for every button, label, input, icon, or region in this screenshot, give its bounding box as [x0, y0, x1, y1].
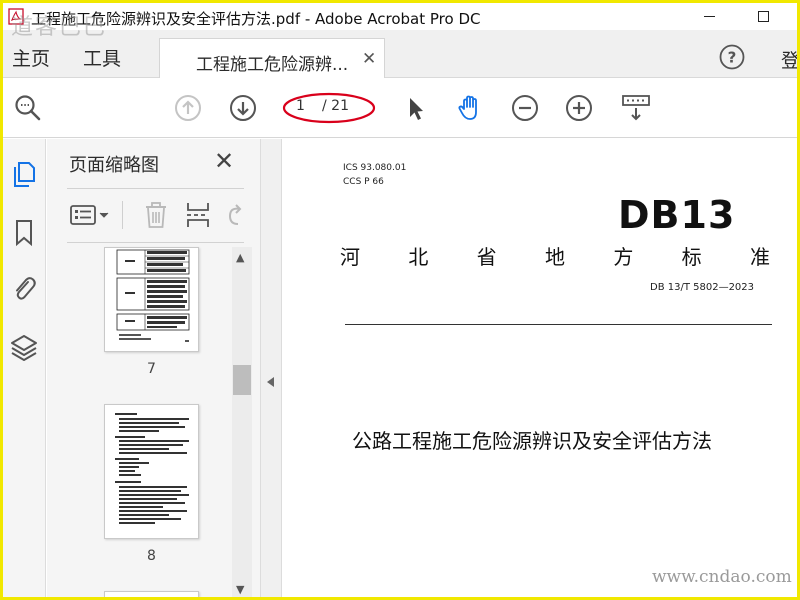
doc-standard-type: 河 北 省 地 方 标 准 [340, 241, 770, 270]
panel-title: 页面缩略图 [69, 155, 159, 176]
thumbnail-content [116, 249, 190, 342]
page-thumbnail-8[interactable] [104, 404, 199, 539]
tab-tools[interactable]: 工具 [83, 44, 121, 71]
close-panel-icon[interactable]: ✕ [214, 147, 234, 175]
panel-splitter[interactable] [260, 139, 282, 597]
tab-home[interactable]: 主页 [12, 44, 50, 71]
thumbnail-content [115, 413, 189, 524]
doc-ccs-code: CCS P 66 [343, 177, 384, 187]
main-toolbar: 1 / 21 [3, 79, 797, 138]
close-tab-icon[interactable]: ✕ [362, 49, 376, 69]
hand-tool-icon[interactable] [455, 93, 485, 123]
rotate-page-icon[interactable] [222, 199, 246, 231]
toolbar-separator [122, 201, 123, 229]
thumbnail-label-8: 8 [147, 548, 156, 564]
maximize-icon [757, 11, 769, 22]
document-tab-label: 工程施工危险源辨... [196, 55, 349, 75]
bookmark-icon[interactable] [9, 217, 39, 247]
minimize-button[interactable] [687, 3, 731, 30]
thumbnail-label-7: 7 [147, 361, 156, 377]
std-char: 标 [681, 245, 702, 269]
corner-watermark: 道客巴巴 [11, 15, 108, 40]
doc-divider-line [345, 324, 772, 325]
insert-page-icon[interactable] [184, 199, 212, 231]
page-thumbnails-icon[interactable] [9, 159, 39, 189]
std-char: 省 [476, 245, 497, 269]
zoom-out-icon[interactable] [510, 93, 540, 123]
doc-title: 公路工程施工危险源辨识及安全评估方法 [352, 429, 712, 453]
select-pointer-icon[interactable] [401, 93, 431, 123]
maximize-button[interactable] [741, 3, 785, 30]
document-tab[interactable]: 工程施工危险源辨... ✕ [159, 38, 385, 78]
page-thumbnail-7[interactable] [104, 247, 199, 352]
next-page-icon[interactable] [228, 93, 258, 123]
doc-standard-logo: DB13 [618, 193, 736, 237]
scroll-mode-icon[interactable] [620, 93, 652, 123]
total-pages-label: / 21 [322, 98, 349, 114]
site-watermark: www.cndao.com [652, 567, 792, 587]
collapse-panel-icon[interactable] [267, 377, 274, 387]
previous-page-icon[interactable] [173, 93, 203, 123]
layers-icon[interactable] [9, 332, 39, 362]
std-char: 准 [749, 245, 770, 269]
std-char: 北 [408, 245, 429, 269]
svg-text:?: ? [728, 49, 737, 67]
attachment-icon[interactable] [9, 273, 39, 303]
sign-in-link[interactable]: 登 [781, 46, 800, 73]
zoom-search-icon[interactable] [13, 93, 43, 123]
doc-standard-number: DB 13/T 5802—2023 [650, 282, 755, 293]
thumbnails-scrollbar[interactable]: ▲ ▼ [232, 247, 252, 597]
panel-divider [67, 188, 244, 189]
std-char: 河 [340, 245, 360, 269]
page-number-box[interactable]: 1 / 21 [282, 92, 376, 124]
std-char: 地 [544, 245, 565, 269]
scroll-down-icon[interactable]: ▼ [236, 583, 244, 596]
zoom-in-icon[interactable] [564, 93, 594, 123]
menu-tab-bar: 主页 工具 工程施工危险源辨... ✕ ? 登 [3, 30, 800, 78]
thumbnails-panel: 页面缩略图 ✕ 7 8 ▲ ▼ [47, 139, 260, 597]
delete-page-icon[interactable] [142, 199, 170, 231]
minimize-icon [703, 16, 715, 17]
doc-ics-code: ICS 93.080.01 [343, 163, 407, 173]
thumbnail-options-icon[interactable] [69, 199, 113, 231]
current-page-input[interactable]: 1 [296, 98, 305, 114]
document-view[interactable]: ICS 93.080.01 CCS P 66 DB13 河 北 省 地 方 标 … [282, 139, 797, 597]
help-icon[interactable]: ? [719, 44, 745, 70]
title-bar: 道客巴巴 工程施工危险源辨识及安全评估方法.pdf - Adobe Acroba… [3, 3, 797, 40]
page-thumbnail-9[interactable] [104, 591, 199, 597]
scrollbar-thumb[interactable] [233, 365, 251, 395]
panel-divider [67, 242, 244, 243]
std-char: 方 [613, 245, 634, 269]
scroll-up-icon[interactable]: ▲ [236, 251, 244, 264]
navigation-rail [3, 139, 46, 597]
